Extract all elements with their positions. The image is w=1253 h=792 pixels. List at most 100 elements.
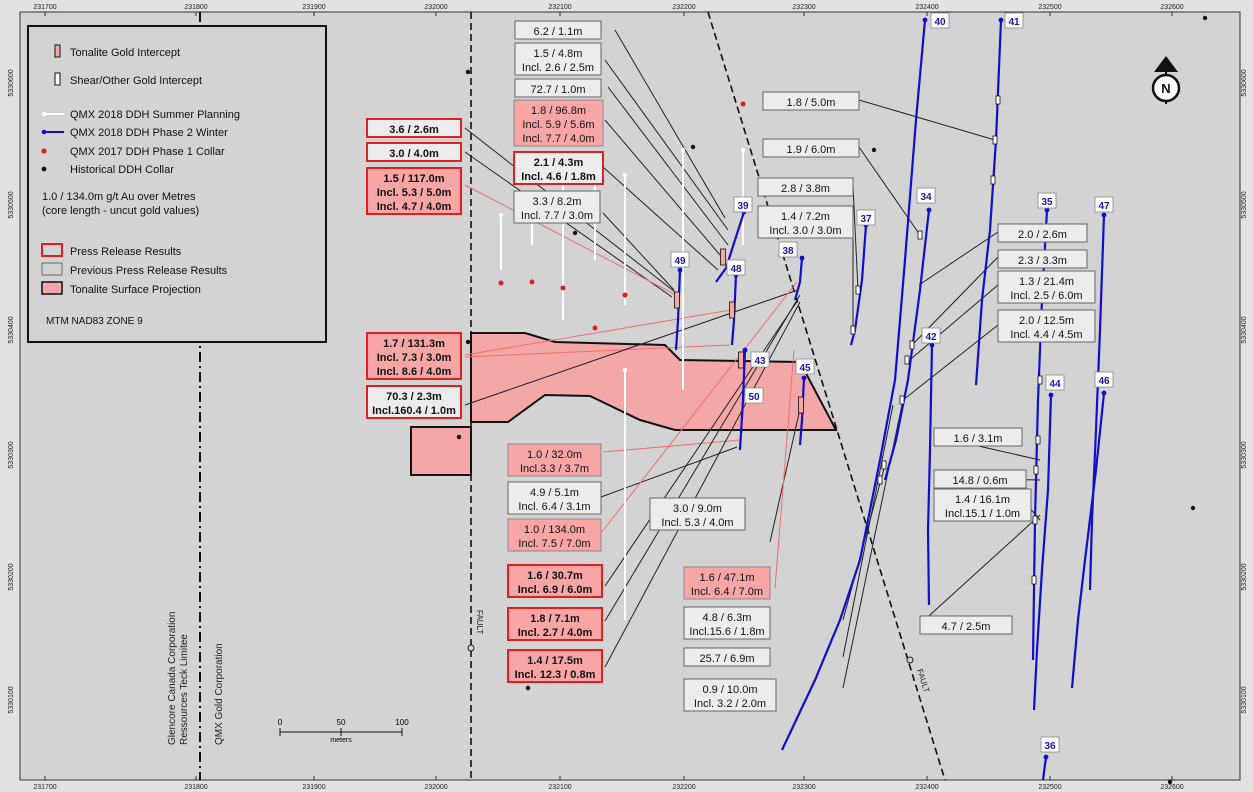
red-collar [560,285,566,291]
shear-intercept [995,95,1001,105]
easting-label: 231900 [302,784,325,791]
result-text: Incl. 4.7 / 4.0m [377,201,452,213]
drill-label-text: 45 [799,363,811,374]
easting-label: 232500 [1038,4,1061,11]
scale-unit: meters [330,737,352,744]
northing-label: 5330200 [1241,563,1248,590]
winter-collar [922,17,928,23]
tonalite-intercept [798,396,804,414]
qmx-label: QMX Gold Corporation [214,643,225,745]
result-text: Incl.160.4 / 1.0m [372,405,456,417]
result-text: Incl. 5.9 / 5.6m [522,119,594,131]
black-collar [572,230,578,236]
easting-label: 231800 [184,784,207,791]
result-text: Incl. 5.3 / 4.0m [661,517,733,529]
drill-label-text: 46 [1098,376,1110,387]
result-text: 1.8 / 7.1m [530,613,580,625]
summer-collar [680,147,686,153]
press-release-box-icon [41,243,63,257]
drill-label-text: 49 [674,256,686,267]
black-collar [1190,505,1196,511]
drill-label-text: 35 [1041,197,1053,208]
shear-intercept [1037,375,1043,385]
drill-label-text: 43 [754,356,766,367]
result-text: 14.8 / 0.6m [952,475,1007,487]
easting-label: 232600 [1160,784,1183,791]
result-text: Incl. 4.6 / 1.8m [521,171,596,183]
result-text: Incl.15.1 / 1.0m [945,508,1020,520]
legend-label: QMX 2018 DDH Summer Planning [70,109,240,121]
northing-label: 5330500 [1241,191,1248,218]
red-collar [622,292,628,298]
winter-collar [677,267,683,273]
result-text: 6.2 / 1.1m [534,26,583,38]
result-text: 1.5 / 4.8m [534,48,583,60]
result-text: 1.6 / 47.1m [699,572,754,584]
legend-label: Press Release Results [70,246,182,258]
result-text: 3.6 / 2.6m [389,124,439,136]
result-text: 70.3 / 2.3m [386,391,442,403]
tonalite-projection-small [410,426,472,476]
result-text: 2.1 / 4.3m [534,157,584,169]
result-text: Incl. 5.3 / 5.0m [377,187,452,199]
result-text: Incl. 2.5 / 6.0m [1010,290,1082,302]
easting-label: 232400 [915,4,938,11]
result-text: 1.8 / 96.8m [531,105,586,117]
red-collar [529,279,535,285]
fault-marker-west [467,644,475,652]
result-text: 1.0 / 32.0m [527,449,582,461]
result-text: 2.0 / 12.5m [1019,315,1074,327]
tonalite-projection-icon [41,281,63,295]
black-collar [465,339,471,345]
result-text: 1.4 / 17.5m [527,655,583,667]
summer-ddh-collar-icon [41,111,47,117]
easting-label: 232500 [1038,784,1061,791]
legend-note-line1: 1.0 / 134.0m g/t Au over Metres [42,191,196,203]
tonalite-intercept [720,248,726,266]
legend: Tonalite Gold Intercept Shear/Other Gold… [27,25,327,343]
winter-collar [801,375,807,381]
tonalite-intercept [738,351,744,369]
result-text: 2.3 / 3.3m [1018,255,1067,267]
summer-collar [622,172,628,178]
result-text: 25.7 / 6.9m [699,653,754,665]
northing-label: 5330100 [8,686,15,713]
shear-intercept [1035,435,1041,445]
easting-label: 232400 [915,784,938,791]
result-text: Incl.3.3 / 3.7m [520,463,589,475]
result-text: 1.3 / 21.4m [1019,276,1074,288]
black-collar [871,147,877,153]
easting-label: 232100 [548,4,571,11]
legend-label: Tonalite Surface Projection [70,284,201,296]
legend-label: QMX 2018 DDH Phase 2 Winter [70,127,228,139]
black-collar-icon [41,166,47,172]
result-text: 0.9 / 10.0m [702,684,757,696]
shear-intercept [904,355,910,365]
red-collar [498,280,504,286]
black-collar [690,144,696,150]
northing-label: 5330300 [1241,441,1248,468]
result-text: Incl. 7.7 / 4.0m [522,133,594,145]
red-collar [592,325,598,331]
result-text: Incl. 7.3 / 3.0m [377,352,452,364]
northing-label: 5330400 [1241,316,1248,343]
result-text: Incl. 7.5 / 7.0m [518,538,590,550]
shear-intercept [917,230,923,240]
drill-label-text: 47 [1098,201,1110,212]
northing-label: 5330600 [1241,69,1248,96]
drill-label-text: 38 [782,246,794,257]
shear-intercept [877,475,883,485]
drill-label-text: 40 [934,17,946,28]
result-text: Incl. 7.7 / 3.0m [521,210,593,222]
shear-intercept [1033,465,1039,475]
result-text: 3.0 / 4.0m [389,148,439,160]
result-text: 1.5 / 117.0m [383,173,444,185]
black-collar [1167,779,1173,785]
shear-intercept [992,135,998,145]
result-text: Incl. 4.4 / 4.5m [1010,329,1082,341]
northing-label: 5330500 [8,191,15,218]
winter-collar [1101,212,1107,218]
northing-label: 5330400 [8,316,15,343]
easting-label: 231800 [184,4,207,11]
fault-marker-diagonal [906,656,914,664]
